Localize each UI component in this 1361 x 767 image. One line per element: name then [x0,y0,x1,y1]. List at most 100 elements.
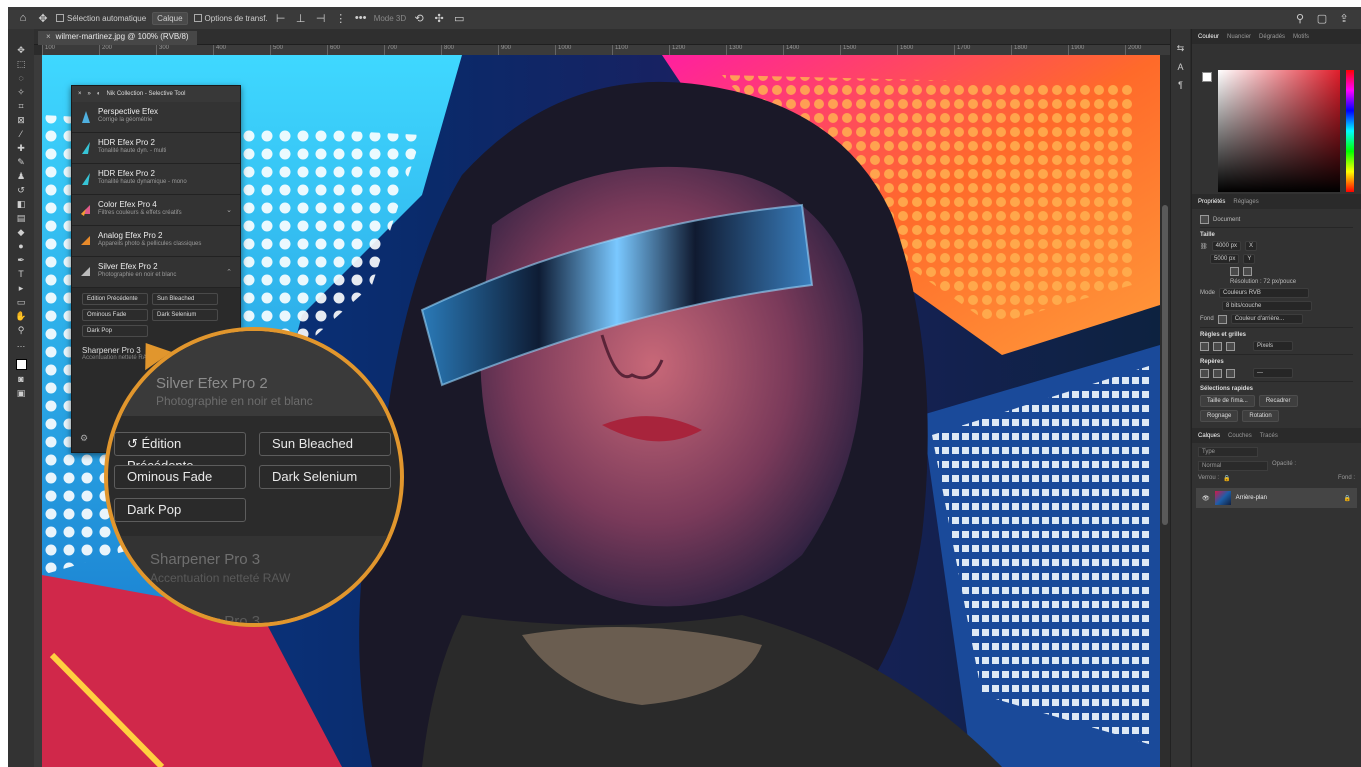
tab-properties[interactable]: Propriétés [1198,199,1225,205]
healing-tool-icon[interactable]: ✚ [14,143,28,153]
ruler-toggle-icon[interactable] [1200,341,1209,351]
screen-mode-icon[interactable]: ▣ [14,388,28,398]
marquee-tool-icon[interactable]: ⬚ [14,59,28,69]
shape-tool-icon[interactable]: ▭ [14,297,28,307]
orientation-landscape-icon[interactable] [1243,267,1252,276]
share-icon[interactable]: ⇪ [1337,12,1351,25]
settings-gear-icon[interactable]: ⚙ [80,433,88,444]
quick-actions-header[interactable]: Sélections rapides [1200,386,1353,392]
gradient-tool-icon[interactable]: ▤ [14,213,28,223]
image-size-button[interactable]: Taille de l'ima... [1200,395,1255,407]
stamp-tool-icon[interactable]: ♟ [14,171,28,181]
eyedropper-tool-icon[interactable]: ⁄ [14,129,28,139]
guides-toggle-icon[interactable] [1226,341,1235,351]
lasso-tool-icon[interactable]: ◌ [14,73,28,83]
layer-select-dropdown[interactable]: Calque [152,11,188,25]
layer-filter-search[interactable]: Type [1198,447,1258,457]
vertical-ruler[interactable] [34,55,42,767]
hue-slider[interactable] [1346,70,1354,192]
collapse-icon[interactable]: » [88,91,91,97]
pan-3d-icon[interactable]: ✣ [432,12,446,25]
guide-option-icon-2[interactable] [1213,368,1222,378]
auto-select-checkbox[interactable]: Sélection automatique [56,14,146,23]
preset-sun-bleached-button[interactable]: Sun Bleached [152,293,218,305]
crop-tool-icon[interactable]: ⌗ [14,101,28,111]
units-select[interactable]: Pixels [1253,341,1293,351]
align-center-icon[interactable]: ⊥ [294,12,308,25]
tab-swatches[interactable]: Nuancier [1227,34,1251,40]
character-panel-icon[interactable]: A [1177,62,1183,72]
trim-button[interactable]: Rognage [1200,410,1239,422]
close-icon[interactable]: × [78,91,82,97]
scrollbar-thumb[interactable] [1162,205,1168,525]
zoom-tool-icon[interactable]: ⚲ [14,325,28,335]
visibility-eye-icon[interactable]: 👁 [1202,495,1210,502]
nik-item-hdr-efex-multi[interactable]: HDR Efex Pro 2 Tonalité haute dyn. - mult… [72,133,240,164]
frame-tool-icon[interactable]: ⊠ [14,115,28,125]
foreground-swatch[interactable] [1202,72,1212,82]
blend-mode-select[interactable]: Normal [1198,461,1268,471]
more-tools-icon[interactable]: … [14,339,28,349]
transform-checkbox[interactable]: Options de transf. [193,14,268,23]
magic-wand-tool-icon[interactable]: ✧ [14,87,28,97]
magnified-sun-bleached-button[interactable]: Sun Bleached [259,432,391,456]
hand-tool-icon[interactable]: ✋ [14,311,28,321]
rotate-3d-icon[interactable]: ⟲ [412,12,426,25]
move-icon[interactable]: ✥ [36,12,50,25]
quick-mask-icon[interactable]: ◙ [14,374,28,384]
grid-toggle-icon[interactable] [1213,341,1222,351]
tab-channels[interactable]: Couches [1228,433,1252,439]
rotate-button[interactable]: Rotation [1242,410,1279,422]
home-icon[interactable]: ⌂ [16,12,30,24]
align-right-icon[interactable]: ⊣ [314,12,328,25]
magnified-previous-edit-button[interactable]: ↺ Édition Précédente [114,432,246,473]
chevron-up-icon[interactable]: ⌃ [226,268,232,276]
tab-patterns[interactable]: Motifs [1293,34,1309,40]
type-tool-icon[interactable]: T [14,269,28,279]
pen-tool-icon[interactable]: ✒ [14,255,28,265]
orientation-portrait-icon[interactable] [1230,267,1239,276]
size-header[interactable]: Taille [1200,232,1353,238]
preset-ominous-fade-button[interactable]: Ominous Fade [82,309,148,321]
align-left-icon[interactable]: ⊢ [274,12,288,25]
horizontal-ruler[interactable]: 100 200 300 400 500 600 700 800 900 1000 1100 1200 1… [42,45,1174,55]
foreground-color-swatch[interactable] [15,359,27,370]
nik-item-silver-efex[interactable]: Silver Efex Pro 2 Photographie en noir et… [72,257,240,288]
history-panel-icon[interactable]: ⇆ [1177,43,1185,54]
tab-paths[interactable]: Tracés [1260,433,1278,439]
chevron-down-icon[interactable]: ⌄ [226,206,232,214]
nik-item-analog-efex[interactable]: Analog Efex Pro 2 Appareils photo & pelli… [72,226,240,257]
guide-style-select[interactable]: — [1253,368,1293,378]
dodge-tool-icon[interactable]: ● [14,241,28,251]
paragraph-panel-icon[interactable]: ¶ [1178,80,1183,90]
distribute-icon[interactable]: ⋮ [334,12,348,25]
rulers-grids-header[interactable]: Règles et grilles [1200,332,1353,338]
color-picker-field[interactable] [1218,70,1340,192]
guide-option-icon-3[interactable] [1226,368,1235,378]
lock-icon[interactable]: 🔒 [1223,475,1230,482]
path-select-icon[interactable]: ▸ [14,283,28,293]
tab-color[interactable]: Couleur [1198,34,1219,40]
vertical-scrollbar[interactable] [1160,55,1170,767]
depth-select[interactable]: 8 bits/couche [1222,301,1312,311]
search-icon[interactable]: ⚲ [1293,12,1307,25]
mode-select[interactable]: Couleurs RVB [1219,288,1310,298]
fill-color-swatch[interactable] [1217,314,1227,324]
link-icon[interactable]: ⛓ [1200,243,1208,250]
nik-item-perspective-efex[interactable]: Perspective Efex Corrige la géométrie [72,102,240,133]
video-icon[interactable]: ▭ [452,12,466,25]
close-tab-icon[interactable]: × [46,32,51,41]
more-options-icon[interactable]: ••• [354,12,368,24]
document-tab[interactable]: × wilmer-martinez.jpg @ 100% (RVB/8) [38,31,197,45]
eraser-tool-icon[interactable]: ◧ [14,199,28,209]
preset-dark-selenium-button[interactable]: Dark Selenium [152,309,218,321]
fill-select[interactable]: Couleur d'arrière... [1230,314,1303,324]
y-field[interactable]: Y [1243,254,1256,264]
crop-button[interactable]: Recadrer [1258,395,1298,407]
guide-option-icon-1[interactable] [1200,368,1209,378]
layer-row-background[interactable]: 👁 Arrière-plan 🔒 [1196,488,1357,508]
blur-tool-icon[interactable]: ◆ [14,227,28,237]
brush-tool-icon[interactable]: ✎ [14,157,28,167]
history-brush-icon[interactable]: ↺ [14,185,28,195]
preset-previous-edit-button[interactable]: Edition Précédente [82,293,148,305]
